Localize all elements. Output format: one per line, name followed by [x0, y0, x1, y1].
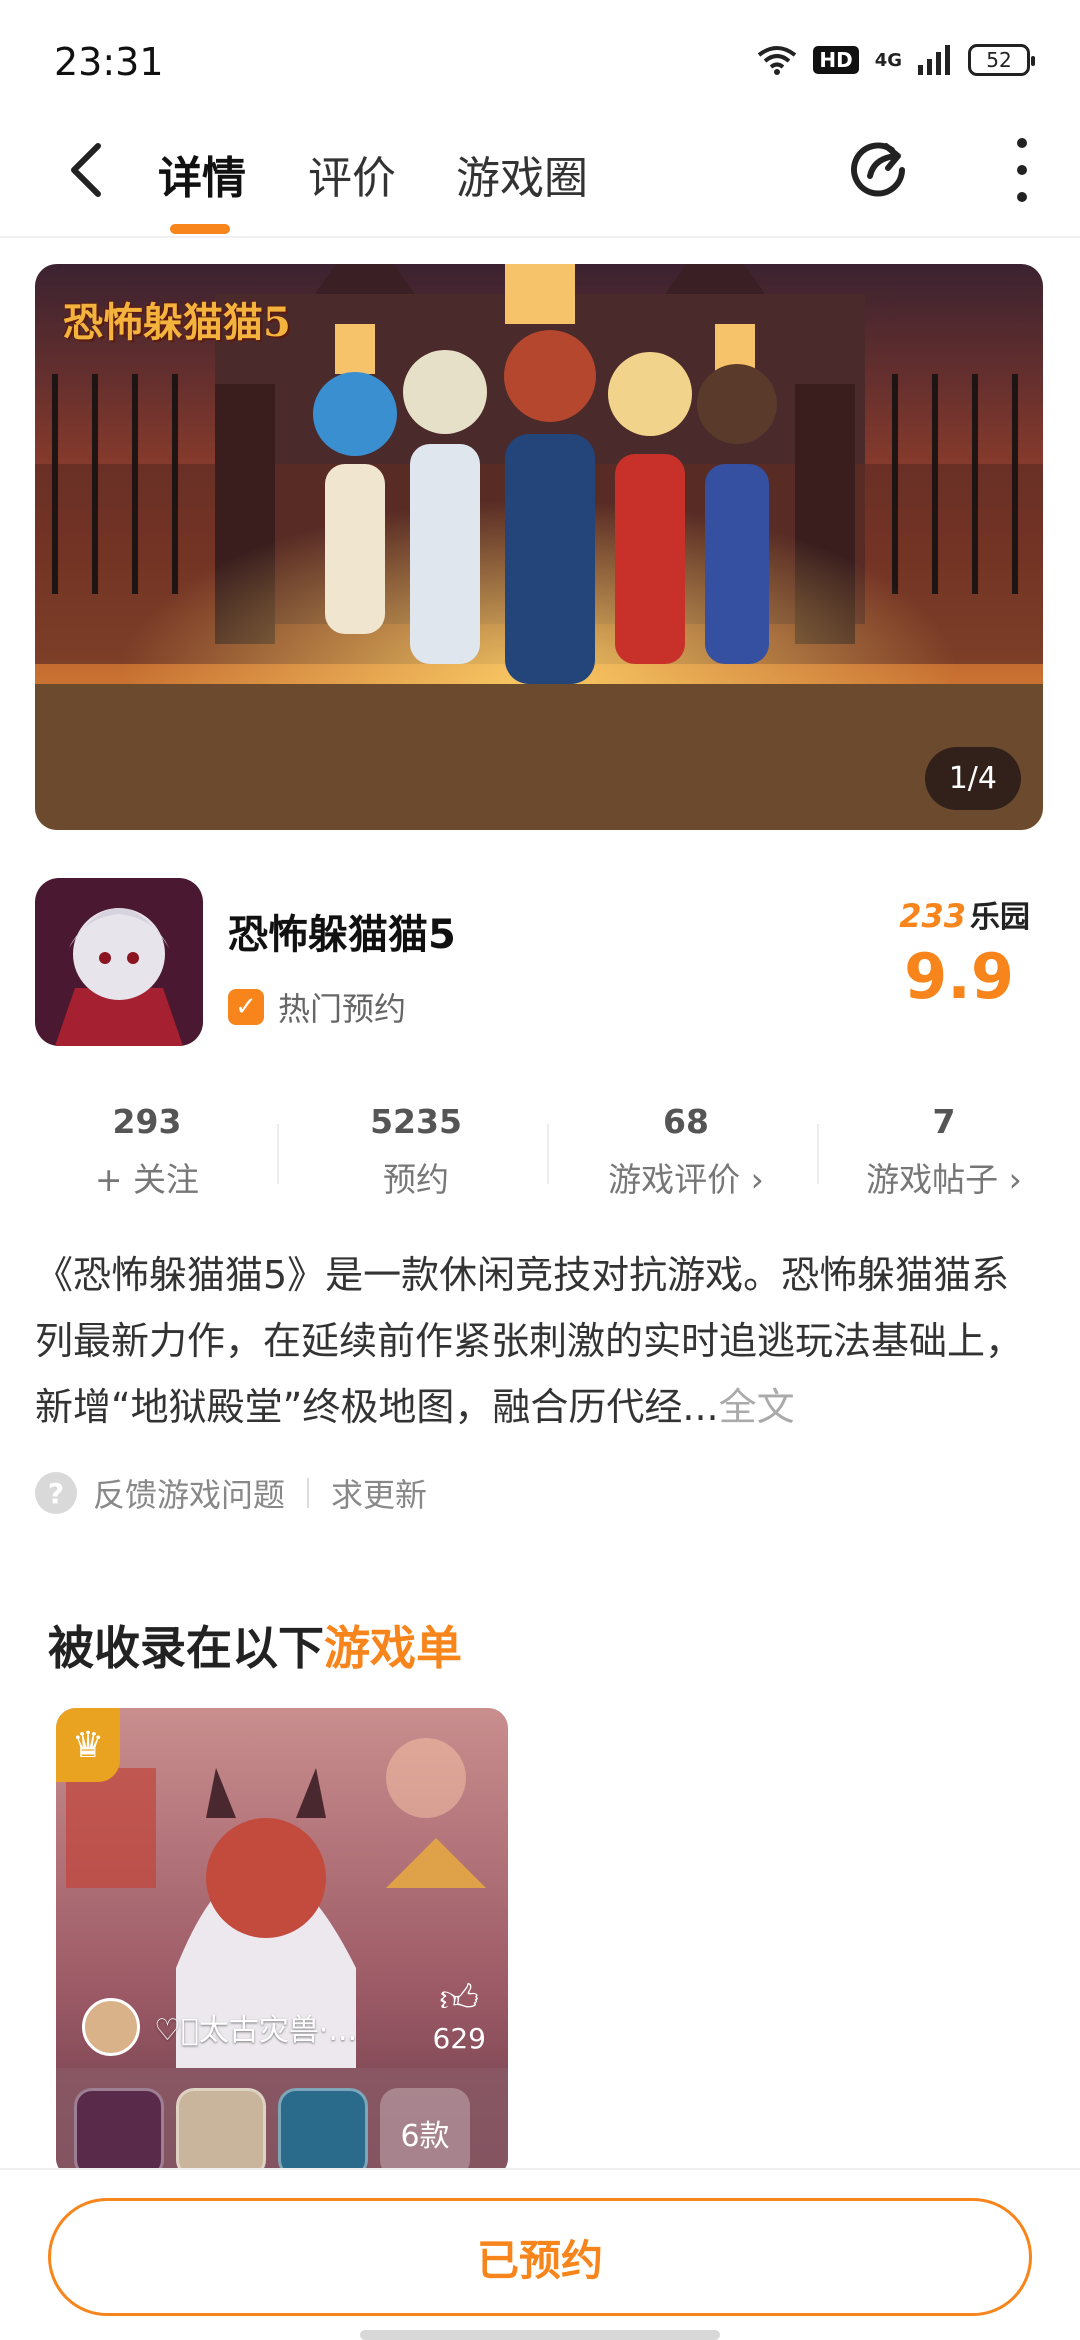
stat-value: 7: [932, 1102, 956, 1141]
stat-value: 5235: [370, 1102, 462, 1141]
collection-card[interactable]: ♛ ♡ꦿ太古灾兽·... 👍︎ 629 6款: [56, 1708, 508, 2178]
brand-number: 233: [899, 897, 966, 935]
like-count: 629: [432, 2022, 486, 2055]
bottom-bar: 已预约: [0, 2168, 1080, 2340]
battery-icon: 52: [968, 44, 1035, 76]
brand-name: 乐园: [970, 900, 1030, 935]
author-name: ♡ꦿ太古灾兽·...: [154, 2013, 358, 2048]
title-highlight: 游戏单: [324, 1621, 462, 1675]
stat-reviews[interactable]: 68 游戏评价 ›: [566, 1102, 806, 1201]
tab-reviews[interactable]: 评价: [308, 142, 396, 206]
stat-label: + 关注: [94, 1160, 200, 1199]
stat-reservations: 5235 预约: [296, 1102, 536, 1201]
app-title: 恐怖躲猫猫5: [228, 912, 456, 958]
share-icon[interactable]: [846, 136, 910, 200]
rating-score: 9.9: [904, 940, 1014, 1013]
hot-reservation-badge: ✓ 热门预约: [228, 984, 406, 1030]
divider: [547, 1124, 549, 1184]
signal-icon: [918, 45, 950, 75]
battery-level: 52: [986, 48, 1012, 72]
stat-label: 游戏帖子 ›: [866, 1160, 1022, 1199]
game-thumb-icon: [176, 2088, 266, 2178]
status-time: 23:31: [54, 40, 164, 84]
badge-label: 热门预约: [278, 990, 407, 1028]
expand-link[interactable]: 全文: [719, 1385, 795, 1429]
collection-game-icons: 6款: [74, 2088, 470, 2178]
game-thumb-icon: [278, 2088, 368, 2178]
top-nav: 详情 评价 游戏圈: [0, 120, 1080, 238]
feedback-row: ? 反馈游戏问题 求更新: [35, 1470, 427, 1516]
banner-artwork: [35, 264, 1043, 830]
status-icons: HD 4G 52: [757, 44, 1035, 76]
status-bar: 23:31 HD 4G 52: [0, 0, 1080, 120]
tab-details[interactable]: 详情: [158, 142, 246, 206]
tab-indicator: [170, 224, 230, 234]
network-label: 4G: [874, 49, 902, 71]
stat-value: 293: [112, 1102, 182, 1141]
game-thumb-icon: [74, 2088, 164, 2178]
game-description: 《恐怖躲猫猫5》是一款休闲竞技对抗游戏。恐怖躲猫猫系列最新力作，在延续前作紧张刺…: [35, 1242, 1045, 1440]
stat-label: 游戏评价 ›: [608, 1160, 764, 1199]
app-icon: [35, 878, 203, 1046]
description-text: 《恐怖躲猫猫5》是一款休闲竞技对抗游戏。恐怖躲猫猫系列最新力作，在延续前作紧张刺…: [35, 1253, 1024, 1429]
like-button[interactable]: 👍︎ 629: [433, 1976, 486, 2055]
carousel-counter: 1/4: [924, 747, 1021, 810]
reserved-button[interactable]: 已预约: [48, 2198, 1032, 2316]
author-row: ♡ꦿ太古灾兽·...: [82, 1998, 357, 2056]
home-indicator: [360, 2330, 720, 2340]
screenshot-carousel[interactable]: 恐怖躲猫猫5 1/4: [35, 264, 1043, 830]
back-icon[interactable]: [62, 140, 112, 200]
author-avatar: [82, 1998, 140, 2056]
game-count: 6款: [380, 2088, 470, 2178]
divider: [307, 1478, 310, 1508]
question-icon: ?: [35, 1472, 77, 1514]
check-badge-icon: ✓: [228, 989, 264, 1025]
divider: [817, 1124, 819, 1184]
more-icon[interactable]: [1014, 138, 1030, 202]
request-update-link[interactable]: 求更新: [331, 1470, 427, 1516]
hd-badge: HD: [813, 46, 859, 74]
stats-row: 293 + 关注 5235 预约 68 游戏评价 › 7 游戏帖子 ›: [0, 1102, 1080, 1212]
stat-posts[interactable]: 7 游戏帖子 ›: [824, 1102, 1064, 1201]
thumbs-up-icon: 👍︎: [439, 1976, 480, 2020]
feedback-link[interactable]: 反馈游戏问题: [93, 1470, 285, 1516]
divider: [277, 1124, 279, 1184]
collections-title: 被收录在以下游戏单: [48, 1612, 462, 1678]
brand-logo: 233 乐园: [899, 892, 1030, 936]
stat-value: 68: [663, 1102, 709, 1141]
banner-logo: 恐怖躲猫猫5: [63, 299, 291, 346]
trophy-icon: ♛: [56, 1708, 120, 1782]
stat-label: 预约: [383, 1160, 449, 1199]
tab-game-circle[interactable]: 游戏圈: [456, 142, 588, 206]
stat-follow[interactable]: 293 + 关注: [27, 1102, 267, 1201]
wifi-icon: [758, 46, 797, 75]
title-prefix: 被收录在以下: [48, 1621, 324, 1675]
